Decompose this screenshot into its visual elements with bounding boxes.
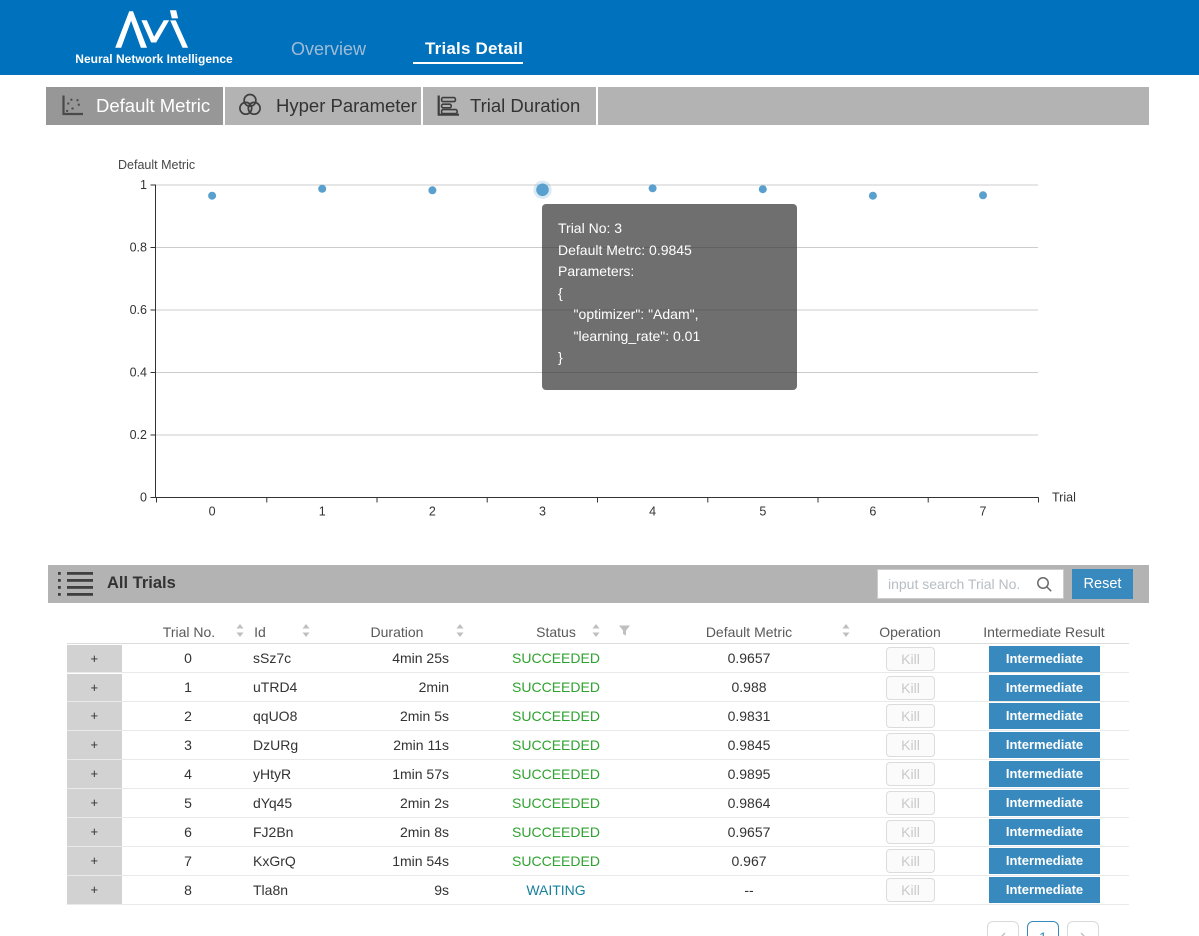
svg-text:2: 2 — [429, 505, 436, 519]
svg-text:Default Metric: Default Metric — [118, 158, 195, 172]
svg-text:1: 1 — [140, 178, 147, 192]
svg-text:0.8: 0.8 — [130, 241, 147, 255]
svg-text:0: 0 — [209, 505, 216, 519]
svg-text:4: 4 — [649, 505, 656, 519]
svg-text:3: 3 — [539, 505, 546, 519]
svg-text:6: 6 — [869, 505, 876, 519]
svg-text:0.6: 0.6 — [130, 303, 147, 317]
svg-text:5: 5 — [759, 505, 766, 519]
svg-text:0: 0 — [140, 491, 147, 505]
svg-text:0.4: 0.4 — [130, 366, 147, 380]
svg-text:7: 7 — [980, 505, 987, 519]
svg-text:1: 1 — [319, 505, 326, 519]
svg-text:Trial: Trial — [1052, 491, 1076, 505]
svg-text:0.2: 0.2 — [130, 428, 147, 442]
